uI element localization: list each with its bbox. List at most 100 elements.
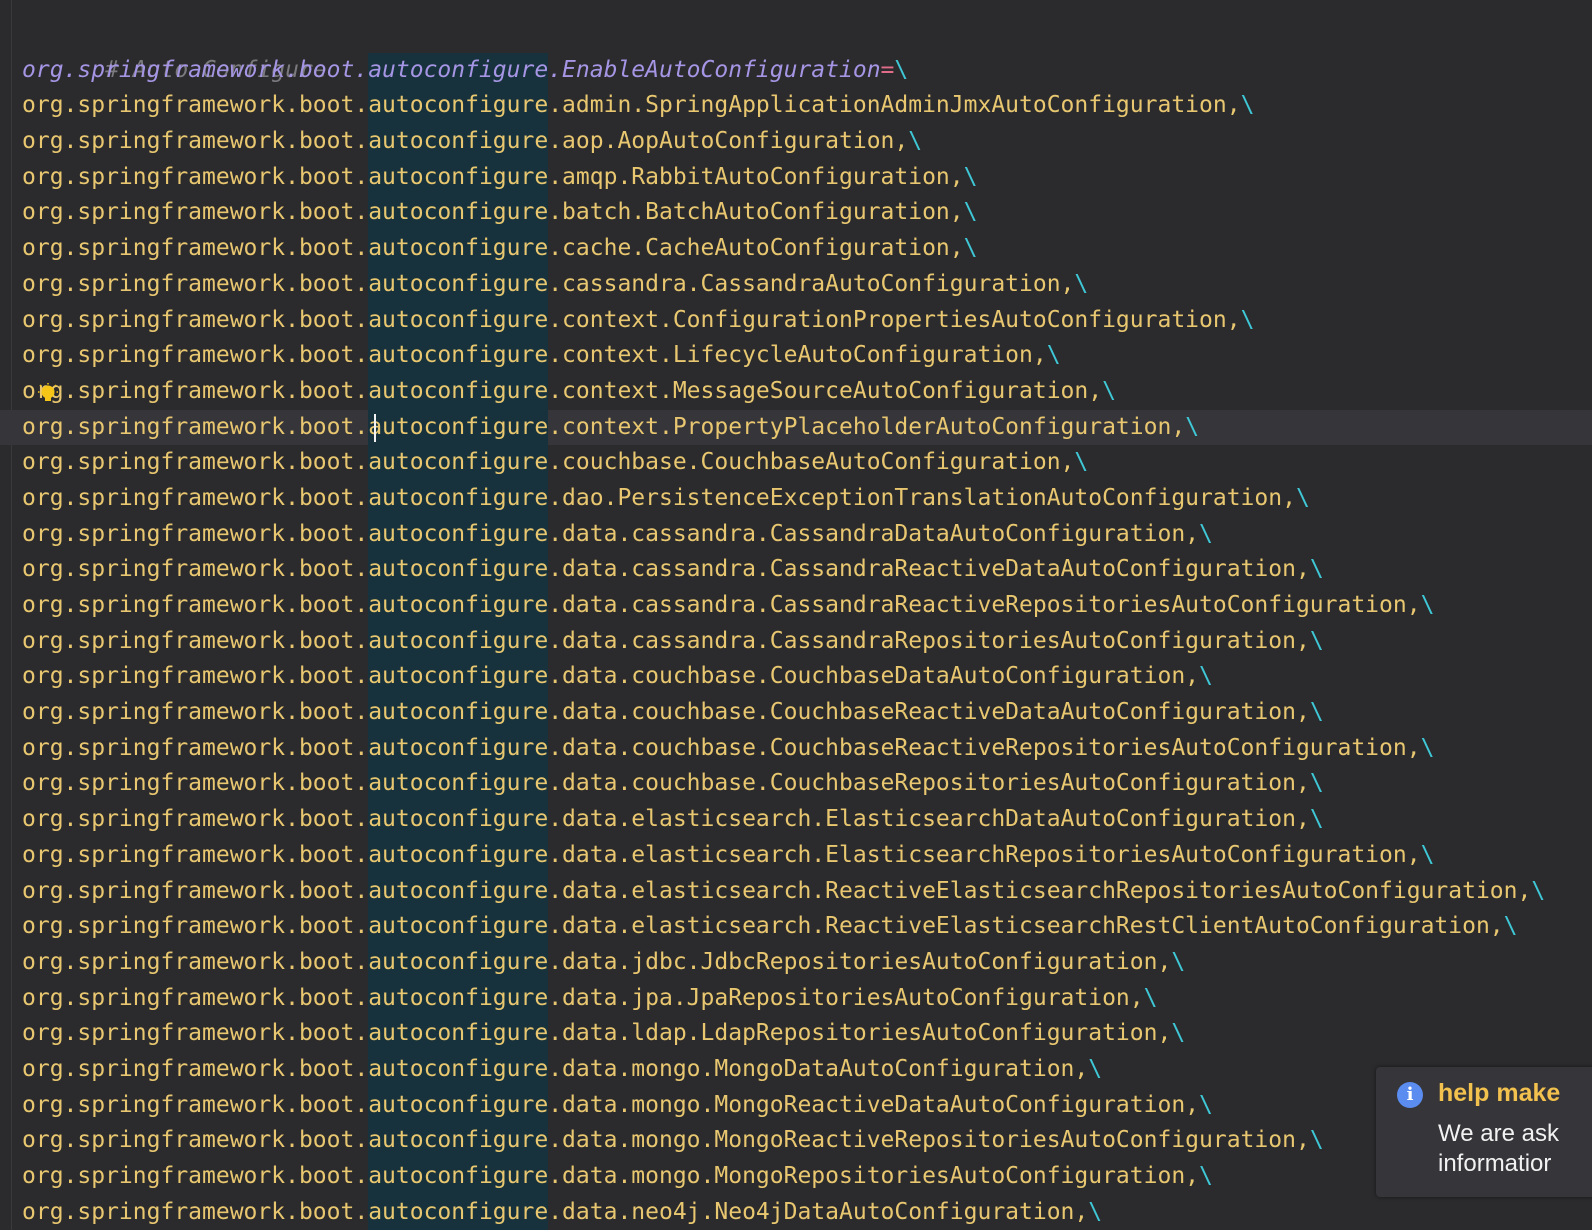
value-line[interactable]: org.springframework.boot.autoconfigure.d… (22, 944, 1592, 981)
line-continuation: \ (1171, 1020, 1186, 1047)
value-prefix: org.springframework.boot. (22, 449, 369, 476)
value-line[interactable]: org.springframework.boot.autoconfigure.c… (22, 302, 1592, 339)
value-line[interactable]: org.springframework.boot.autoconfigure.c… (0, 409, 1592, 446)
value-line[interactable]: org.springframework.boot.autoconfigure.d… (22, 1016, 1592, 1052)
value-highlighted: autoconfigure (368, 1194, 549, 1230)
value-line[interactable]: org.springframework.boot.autoconfigure.d… (22, 480, 1592, 517)
notification-title: help make (1438, 1079, 1561, 1107)
value-line[interactable]: org.springframework.boot.autoconfigure.c… (22, 445, 1592, 481)
value-suffix: .context.ConfigurationPropertiesAutoConf… (548, 306, 1241, 333)
value-prefix: org.springframework.boot. (22, 1055, 369, 1082)
value-line[interactable]: org.springframework.boot.autoconfigure.d… (22, 588, 1592, 624)
equals-sign: = (880, 56, 895, 83)
value-line[interactable]: org.springframework.boot.autoconfigure.d… (22, 659, 1592, 696)
value-line[interactable]: org.springframework.boot.autoconfigure.a… (22, 88, 1592, 125)
value-line[interactable]: org.springframework.boot.autoconfigure.d… (22, 1051, 1592, 1088)
line-continuation: \ (1309, 1127, 1324, 1154)
value-line[interactable]: org.springframework.boot.autoconfigure.d… (22, 909, 1592, 945)
value-prefix: org.springframework.boot. (22, 770, 369, 797)
line-continuation: \ (1240, 306, 1255, 333)
value-line[interactable]: org.springframework.boot.autoconfigure.c… (22, 231, 1592, 267)
notification-body-line: informatior (1438, 1150, 1552, 1177)
value-line[interactable]: org.springframework.boot.autoconfigure.d… (22, 516, 1592, 553)
value-line[interactable]: org.springframework.boot.autoconfigure.d… (22, 980, 1592, 1017)
value-line[interactable]: org.springframework.boot.autoconfigure.d… (22, 1087, 1592, 1124)
value-highlighted: autoconfigure (368, 909, 549, 945)
value-highlighted: autoconfigure (368, 409, 549, 446)
value-line[interactable]: org.springframework.boot.autoconfigure.c… (22, 373, 1592, 410)
value-line[interactable]: org.springframework.boot.autoconfigure.d… (22, 695, 1592, 731)
value-line[interactable]: org.springframework.boot.autoconfigure.d… (22, 730, 1592, 767)
value-suffix: .data.ldap.LdapRepositoriesAutoConfigura… (548, 1020, 1172, 1047)
value-highlighted: autoconfigure (368, 124, 549, 160)
value-line[interactable]: org.springframework.boot.autoconfigure.d… (22, 623, 1592, 660)
value-line[interactable]: org.springframework.boot.autoconfigure.c… (22, 266, 1592, 303)
value-line[interactable]: org.springframework.boot.autoconfigure.d… (22, 766, 1592, 803)
value-prefix: org.springframework.boot. (22, 484, 369, 511)
value-line[interactable]: org.springframework.boot.autoconfigure.b… (22, 195, 1592, 232)
value-highlighted: autoconfigure (368, 944, 549, 981)
value-prefix: org.springframework.boot. (22, 592, 369, 618)
lightbulb-icon[interactable] (38, 382, 58, 403)
property-key-line[interactable]: org.springframework.boot.autoconfigure.E… (22, 52, 1592, 89)
value-prefix: org.springframework.boot. (22, 734, 369, 761)
notification-popup[interactable]: i help make We are ask informatior (1376, 1067, 1592, 1197)
value-highlighted: autoconfigure (368, 730, 549, 767)
line-continuation: \ (1420, 592, 1435, 618)
value-prefix: org.springframework.boot. (22, 163, 369, 190)
comment-line[interactable]: # Auto Configure (22, 17, 1592, 83)
line-continuation: \ (1309, 699, 1324, 726)
line-continuation: \ (963, 163, 978, 190)
value-highlighted: autoconfigure (368, 588, 549, 624)
line-continuation: \ (1074, 270, 1089, 297)
code-lines[interactable]: # Auto Configure org.springframework.boo… (0, 17, 1592, 1230)
value-suffix: .amqp.RabbitAutoConfiguration, (548, 163, 964, 190)
value-line[interactable]: org.springframework.boot.autoconfigure.c… (22, 338, 1592, 374)
value-prefix: org.springframework.boot. (22, 627, 369, 654)
line-continuation: \ (1171, 948, 1186, 975)
value-highlighted: autoconfigure (368, 552, 549, 589)
value-line[interactable]: org.springframework.boot.autoconfigure.d… (22, 873, 1592, 910)
line-continuation: \ (1074, 449, 1089, 476)
value-prefix: org.springframework.boot. (22, 806, 369, 833)
value-suffix: .cache.CacheAutoConfiguration, (548, 235, 964, 262)
value-prefix: org.springframework.boot. (22, 663, 369, 690)
value-suffix: .data.jdbc.JdbcRepositoriesAutoConfigura… (548, 948, 1172, 975)
value-line[interactable]: org.springframework.boot.autoconfigure.a… (22, 159, 1592, 196)
value-suffix: .aop.AopAutoConfiguration, (548, 128, 909, 155)
value-line[interactable]: org.springframework.boot.autoconfigure.d… (22, 1194, 1592, 1230)
line-continuation: \ (1420, 841, 1435, 868)
value-prefix: org.springframework.boot. (22, 342, 369, 369)
value-suffix: .data.neo4j.Neo4jDataAutoConfiguration, (548, 1198, 1089, 1225)
value-suffix: .data.elasticsearch.ElasticsearchReposit… (548, 841, 1421, 868)
line-continuation: \ (1185, 413, 1200, 440)
value-suffix: .context.LifecycleAutoConfiguration, (548, 342, 1047, 369)
gutter-divider (11, 0, 12, 1230)
value-suffix: .data.jpa.JpaRepositoriesAutoConfigurati… (548, 984, 1144, 1011)
line-continuation: \ (1199, 1163, 1213, 1189)
value-line[interactable]: org.springframework.boot.autoconfigure.a… (22, 124, 1592, 160)
value-highlighted: autoconfigure (368, 516, 549, 553)
line-continuation: \ (894, 56, 909, 83)
value-prefix: org.springframework.boot. (22, 1163, 369, 1189)
value-line[interactable]: org.springframework.boot.autoconfigure.d… (22, 1123, 1592, 1160)
value-prefix: org.springframework.boot. (22, 948, 369, 975)
line-continuation: \ (1531, 877, 1546, 904)
value-suffix: .data.cassandra.CassandraDataAutoConfigu… (548, 520, 1200, 547)
value-prefix: org.springframework.boot. (22, 1198, 369, 1225)
value-prefix: org.springframework.boot. (22, 1127, 369, 1154)
value-highlighted: autoconfigure (368, 873, 549, 910)
code-editor[interactable]: # Auto Configure org.springframework.boo… (0, 0, 1592, 1230)
value-suffix: .admin.SpringApplicationAdminJmxAutoConf… (548, 92, 1241, 119)
value-highlighted: autoconfigure (368, 88, 549, 125)
line-continuation: \ (1088, 1055, 1103, 1082)
line-continuation: \ (1199, 663, 1213, 690)
value-highlighted: autoconfigure (368, 802, 549, 838)
value-line[interactable]: org.springframework.boot.autoconfigure.d… (22, 802, 1592, 838)
value-highlighted: autoconfigure (368, 1123, 549, 1160)
line-continuation: \ (1309, 770, 1324, 797)
value-line[interactable]: org.springframework.boot.autoconfigure.d… (22, 837, 1592, 874)
value-line[interactable]: org.springframework.boot.autoconfigure.d… (22, 552, 1592, 589)
value-line[interactable]: org.springframework.boot.autoconfigure.d… (22, 1159, 1592, 1195)
value-prefix: org.springframework.boot. (22, 699, 369, 726)
